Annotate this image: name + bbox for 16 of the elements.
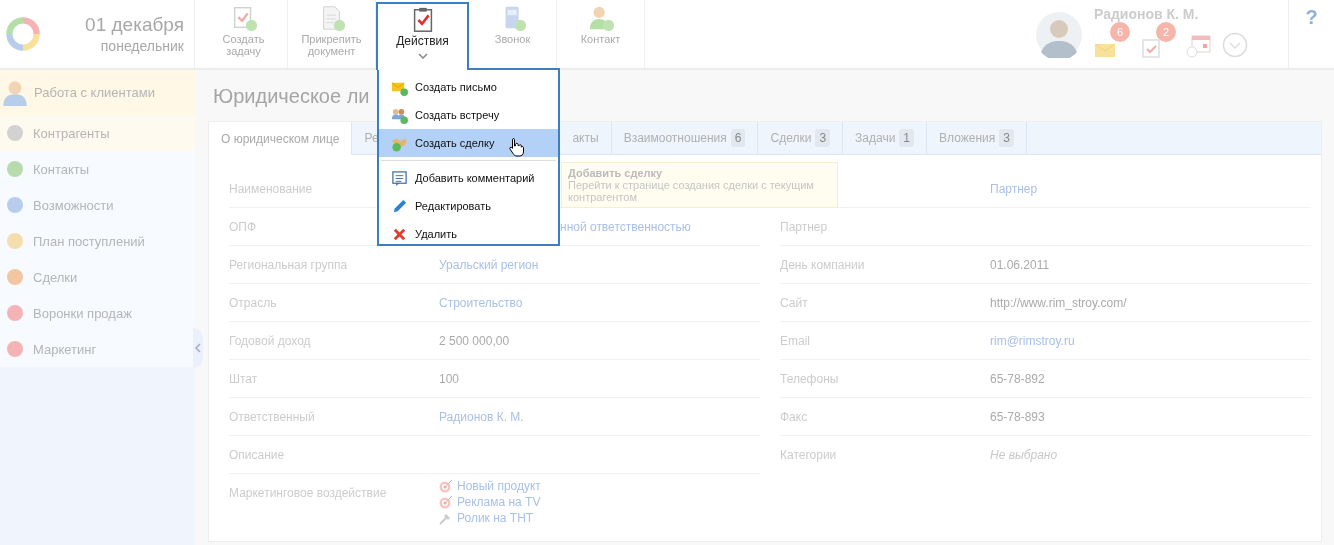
field-value: 100 bbox=[439, 372, 460, 386]
count-badge: 1 bbox=[899, 129, 915, 147]
field-value: 01.06.2011 bbox=[990, 258, 1050, 272]
count-badge: 2 bbox=[1156, 22, 1176, 42]
count-badge: 6 bbox=[730, 129, 746, 147]
weekday: понедельник bbox=[100, 38, 184, 54]
tooltip-title: Добавить сделку bbox=[568, 167, 664, 179]
field-value: 65-78-892 bbox=[990, 372, 1045, 386]
field-value: 65-78-893 bbox=[990, 410, 1045, 424]
page-title: Юридическое ли bbox=[213, 85, 370, 109]
count-badge: 3 bbox=[815, 129, 831, 147]
date: 01 декабря bbox=[85, 14, 184, 36]
field-value: http://www.rim_stroy.com/ bbox=[990, 296, 1127, 310]
count-badge: 6 bbox=[1110, 22, 1130, 42]
count-badge: 3 bbox=[999, 129, 1014, 147]
field-value: 2 500 000,00 bbox=[439, 334, 510, 348]
